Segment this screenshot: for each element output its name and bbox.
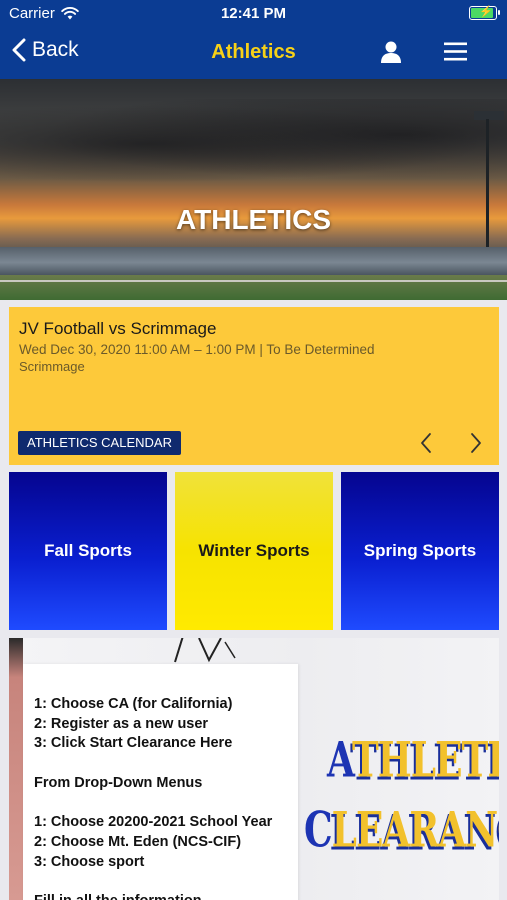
hero-stands	[0, 247, 507, 275]
winter-sports-label: Winter Sports	[198, 541, 310, 560]
navigation-bar: Back Athletics	[0, 30, 507, 76]
athletic-wordmark: ATHLETIC	[327, 732, 499, 789]
athletics-calendar-button[interactable]: ATHLETICS CALENDAR	[18, 431, 181, 455]
instruction-paper: 1: Choose CA (for California) 2: Registe…	[23, 664, 298, 900]
top-bar: Carrier 12:41 PM ⚡ Back Athletics	[0, 0, 507, 79]
spring-sports-tile[interactable]: Spring Sports	[341, 472, 499, 630]
event-card[interactable]: JV Football vs Scrimmage Wed Dec 30, 202…	[9, 307, 499, 465]
chevron-left-icon	[12, 38, 26, 62]
event-datetime: Wed Dec 30, 2020 11:00 AM – 1:00 PM | To…	[19, 342, 375, 357]
back-button[interactable]: Back	[12, 38, 79, 62]
event-location: Scrimmage	[19, 359, 85, 374]
menu-button[interactable]	[444, 42, 467, 66]
hero-title: ATHLETICS	[175, 204, 332, 235]
chevron-left-icon	[421, 433, 431, 453]
hamburger-menu-icon	[444, 42, 467, 61]
fall-sports-tile[interactable]: Fall Sports	[9, 472, 167, 630]
fall-sports-label: Fall Sports	[44, 541, 132, 560]
person-icon	[381, 41, 401, 63]
previous-event-button[interactable]	[419, 431, 433, 460]
hero-clouds	[0, 99, 507, 189]
banner-photo-edge	[9, 638, 23, 900]
athletic-clearance-banner[interactable]: 1: Choose CA (for California) 2: Registe…	[9, 638, 499, 900]
back-label: Back	[32, 38, 79, 61]
battery-charging-icon: ⚡	[469, 6, 500, 20]
clearance-instructions: 1: Choose CA (for California) 2: Registe…	[34, 696, 273, 900]
status-time: 12:41 PM	[220, 5, 287, 22]
stadium-light	[474, 111, 504, 120]
chevron-right-icon	[471, 433, 481, 453]
profile-button[interactable]	[380, 40, 402, 69]
hero-field	[0, 275, 507, 300]
next-event-button[interactable]	[469, 431, 483, 460]
status-bar: Carrier 12:41 PM ⚡	[0, 0, 507, 28]
hero-banner: ATHLETICS	[0, 79, 507, 300]
spring-sports-label: Spring Sports	[363, 541, 477, 560]
winter-sports-tile[interactable]: Winter Sports	[175, 472, 333, 630]
event-title: JV Football vs Scrimmage	[19, 319, 217, 338]
clearance-wordmark: CLEARANCE	[304, 802, 499, 859]
